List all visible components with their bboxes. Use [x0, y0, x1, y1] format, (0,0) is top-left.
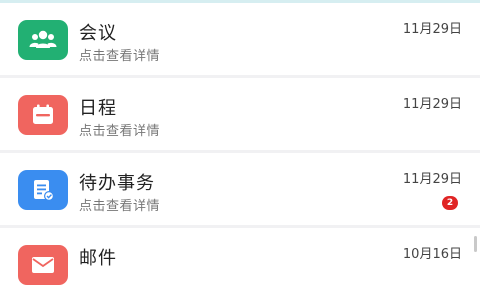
- item-title: 日程: [79, 98, 117, 119]
- item-subtitle: 点击查看详情: [79, 124, 161, 139]
- document-check-icon: [34, 180, 54, 201]
- calendar-icon: [33, 104, 53, 124]
- list-item-todo[interactable]: 待办事务 点击查看详情 11月29日 2: [0, 153, 480, 225]
- mail-icon-tile: [18, 245, 68, 285]
- item-date: 11月29日: [402, 172, 462, 187]
- list-item-meeting[interactable]: 会议 点击查看详情 11月29日: [0, 3, 480, 75]
- unread-count-badge: 2: [442, 196, 458, 210]
- scrollbar-thumb[interactable]: [474, 236, 477, 252]
- todo-icon-tile: [18, 170, 68, 210]
- schedule-icon-tile: [18, 95, 68, 135]
- item-title: 待办事务: [79, 173, 155, 194]
- list-item-mail[interactable]: 邮件 10月16日: [0, 228, 480, 300]
- item-subtitle: 点击查看详情: [79, 199, 161, 214]
- mail-icon: [32, 257, 54, 273]
- item-date: 10月16日: [402, 247, 462, 262]
- people-group-icon: [29, 30, 57, 48]
- item-title: 邮件: [79, 248, 117, 269]
- list-item-schedule[interactable]: 日程 点击查看详情 11月29日: [0, 78, 480, 150]
- item-date: 11月29日: [402, 97, 462, 112]
- item-subtitle: 点击查看详情: [79, 49, 161, 64]
- meeting-icon-tile: [18, 20, 68, 60]
- item-title: 会议: [79, 23, 117, 44]
- item-date: 11月29日: [402, 22, 462, 37]
